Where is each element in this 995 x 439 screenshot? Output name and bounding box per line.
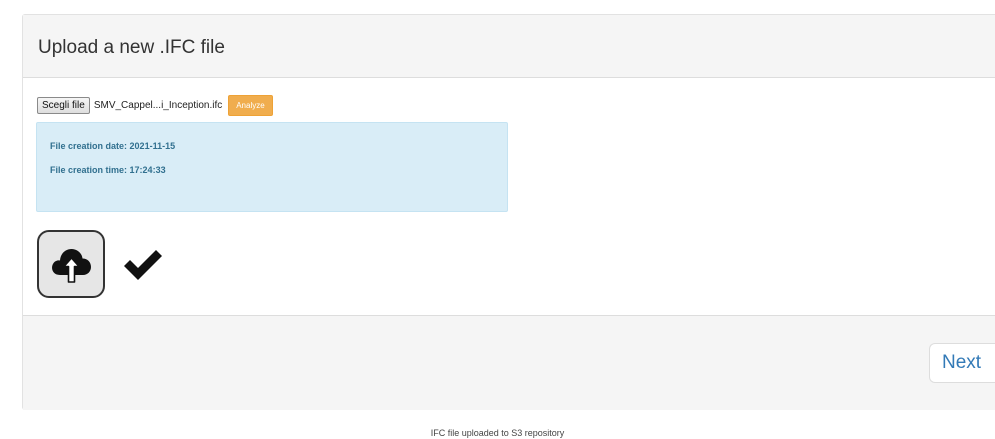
file-input-row: Scegli file SMV_Cappel...i_Inception.ifc… — [37, 94, 273, 116]
creation-time-label: File creation time: — [50, 165, 128, 175]
panel-footer: Next — [23, 315, 995, 410]
cloud-upload-icon — [52, 249, 91, 283]
next-button[interactable]: Next — [929, 343, 995, 383]
selected-file-name: SMV_Cappel...i_Inception.ifc — [93, 99, 223, 111]
panel-heading: Upload a new .IFC file — [23, 15, 995, 78]
creation-date-line: File creation date: 2021-11-15 — [50, 141, 175, 151]
upload-button[interactable] — [37, 230, 105, 298]
creation-date-value: 2021-11-15 — [129, 141, 176, 151]
analyze-button[interactable]: Analyze — [228, 94, 273, 116]
creation-time-line: File creation time: 17:24:33 — [50, 165, 166, 175]
upload-panel: Upload a new .IFC file Scegli file SMV_C… — [22, 14, 995, 410]
file-info-box: File creation date: 2021-11-15 File crea… — [36, 122, 508, 212]
status-message: IFC file uploaded to S3 repository — [430, 428, 565, 438]
creation-date-label: File creation date: — [50, 141, 128, 151]
choose-file-button[interactable]: Scegli file — [37, 96, 90, 114]
checkmark-icon — [124, 250, 162, 280]
panel-title: Upload a new .IFC file — [38, 37, 225, 58]
creation-time-value: 17:24:33 — [129, 165, 166, 175]
